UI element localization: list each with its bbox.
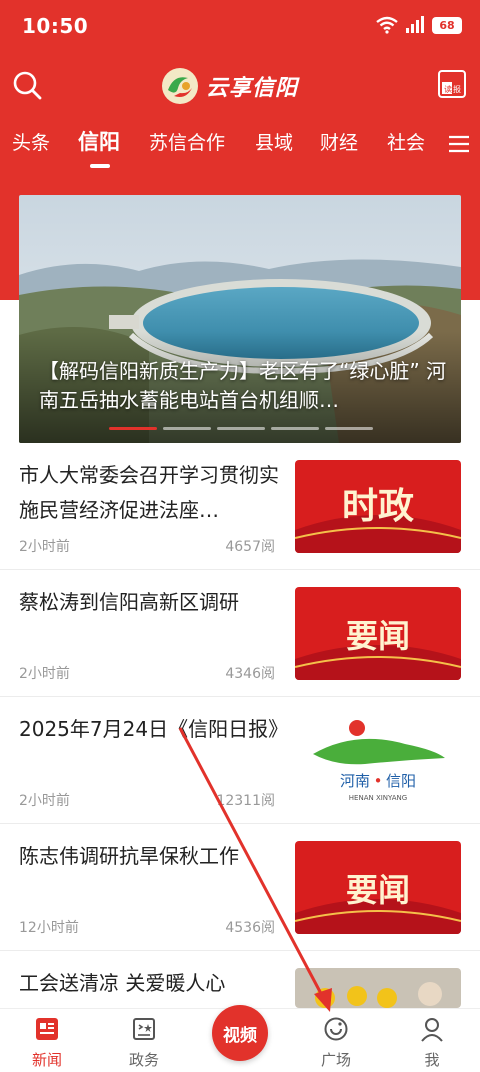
signal-icon	[406, 16, 424, 33]
news-time: 12小时前	[19, 920, 79, 936]
thumbnail-headline-image: 要闻	[295, 587, 461, 680]
carousel-dot[interactable]	[163, 427, 211, 430]
news-item[interactable]: 工会送清凉 关爱暖人心	[0, 952, 480, 1008]
nav-video-button[interactable]: 视频	[212, 1005, 268, 1061]
news-thumbnail: 要闻	[295, 587, 461, 680]
news-time: 2小时前	[19, 539, 70, 555]
channel-tabs: 头条 信阳 苏信合作 县域 财经 社会	[0, 120, 480, 172]
newspaper-icon	[36, 1018, 58, 1040]
svg-text:报: 报	[453, 84, 461, 94]
wifi-icon	[376, 16, 398, 34]
bottom-navigation: 新闻 政务 视频 广场 我	[0, 1005, 480, 1072]
carousel-dot[interactable]	[217, 427, 265, 430]
svg-text:读: 读	[444, 84, 452, 94]
news-title: 工会送清凉 关爱暖人心	[19, 971, 226, 995]
news-thumbnail: 要闻	[295, 841, 461, 934]
user-profile-icon	[421, 1018, 443, 1042]
news-item[interactable]: 市人大常委会召开学习贯彻实施民营经济促进法座… 2小时前 4657阅 时政	[0, 444, 480, 570]
status-icons: 68	[376, 16, 462, 34]
news-thumbnail	[295, 968, 461, 1008]
thumbnail-politics-image: 时政	[295, 460, 461, 553]
news-reads: 12311阅	[216, 793, 275, 809]
news-title: 陈志伟调研抗旱保秋工作	[19, 844, 239, 868]
nav-square-label: 广场	[320, 1051, 351, 1069]
news-title: 市人大常委会召开学习贯彻实施民营经济促进法座…	[19, 463, 279, 522]
search-icon[interactable]	[10, 68, 46, 104]
tab-suxin-cooperation[interactable]: 苏信合作	[149, 128, 225, 155]
news-time: 2小时前	[19, 666, 70, 682]
government-book-icon	[133, 1018, 155, 1040]
thumbnail-newspaper-image: 河南 • 信阳 HENAN XINYANG	[295, 714, 461, 807]
news-thumbnail: 河南 • 信阳 HENAN XINYANG	[295, 714, 461, 807]
logo-mark-icon	[162, 68, 198, 104]
thumbnail-workers-image	[295, 968, 461, 1008]
thumbnail-label: 河南	[340, 772, 370, 790]
news-reads: 4657阅	[225, 539, 275, 555]
thumbnail-label: 时政	[342, 485, 414, 527]
nav-government-label: 政务	[128, 1051, 159, 1069]
news-thumbnail: 时政	[295, 460, 461, 553]
active-tab-indicator	[90, 164, 110, 168]
tab-headline[interactable]: 头条	[12, 128, 50, 155]
read-newspaper-icon[interactable]: 读 报	[436, 68, 468, 100]
tab-xinyang[interactable]: 信阳	[78, 126, 120, 156]
nav-news-label: 新闻	[31, 1051, 62, 1069]
nav-me-label: 我	[424, 1051, 440, 1069]
tab-society[interactable]: 社会	[387, 128, 425, 155]
battery-level: 68	[439, 18, 455, 32]
top-bar: 云享信阳 读 报	[0, 60, 480, 112]
app-screen: 10:50 68 云享信阳 读 报 头条 信阳 苏信合作 县域 财经 社会 【解…	[0, 0, 480, 1072]
thumbnail-label: 要闻	[346, 617, 410, 655]
carousel-dot[interactable]	[325, 427, 373, 430]
news-title: 蔡松涛到信阳高新区调研	[19, 590, 239, 614]
menu-icon[interactable]	[448, 134, 470, 154]
nav-video-label: 视频	[223, 1025, 257, 1046]
news-title: 2025年7月24日《信阳日报》	[19, 717, 289, 741]
app-title: 云享信阳	[206, 76, 299, 101]
news-reads: 4346阅	[225, 666, 275, 682]
tab-county[interactable]: 县域	[255, 128, 293, 155]
app-logo: 云享信阳	[160, 66, 298, 106]
carousel-indicator	[109, 427, 373, 430]
square-plaza-icon	[324, 1017, 348, 1041]
nav-news[interactable]: 新闻	[17, 1015, 77, 1070]
svg-text:•: •	[374, 772, 383, 790]
status-time: 10:50	[22, 14, 89, 38]
hero-title: 【解码信阳新质生产力】老区有了“绿心脏” 河南五岳抽水蓄能电站首台机组顺…	[39, 359, 447, 412]
carousel-dot[interactable]	[271, 427, 319, 430]
news-time: 2小时前	[19, 793, 70, 809]
nav-square[interactable]: 广场	[306, 1015, 366, 1070]
nav-me[interactable]: 我	[402, 1015, 462, 1070]
status-bar: 10:50 68	[0, 0, 480, 56]
thumbnail-headline-image: 要闻	[295, 841, 461, 934]
news-item[interactable]: 蔡松涛到信阳高新区调研 2小时前 4346阅 要闻	[0, 571, 480, 697]
news-reads: 4536阅	[225, 920, 275, 936]
carousel-dot[interactable]	[109, 427, 157, 430]
hero-banner[interactable]: 【解码信阳新质生产力】老区有了“绿心脏” 河南五岳抽水蓄能电站首台机组顺…	[19, 195, 461, 443]
battery-icon: 68	[432, 16, 462, 34]
nav-government[interactable]: 政务	[114, 1015, 174, 1070]
thumbnail-label-city: 信阳	[386, 772, 416, 790]
tab-finance[interactable]: 财经	[320, 128, 358, 155]
news-item[interactable]: 陈志伟调研抗旱保秋工作 12小时前 4536阅 要闻	[0, 825, 480, 951]
thumbnail-sublabel: HENAN XINYANG	[349, 794, 407, 802]
news-item[interactable]: 2025年7月24日《信阳日报》 2小时前 12311阅 河南 • 信阳 HEN…	[0, 698, 480, 824]
thumbnail-label: 要闻	[346, 871, 410, 909]
